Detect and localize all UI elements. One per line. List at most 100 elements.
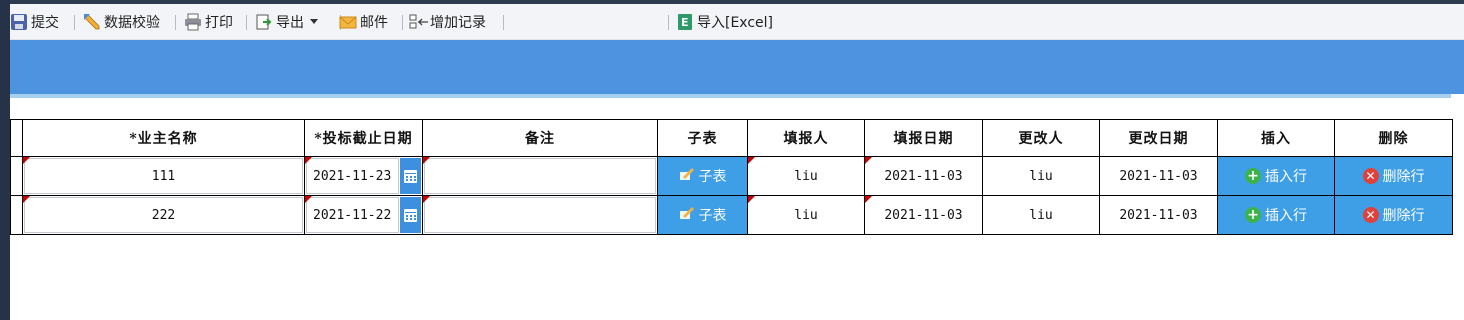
- row-handle[interactable]: [10, 156, 23, 196]
- col-delete: 删除: [1334, 119, 1453, 157]
- remark-input[interactable]: [424, 197, 656, 233]
- add-record-button[interactable]: 增加记录: [409, 4, 486, 39]
- toolbar-separator: [175, 15, 176, 30]
- required-marker: [305, 157, 312, 164]
- col-remark: 备注: [422, 119, 658, 157]
- col-fill-date: 填报日期: [864, 119, 983, 157]
- header-row: *业主名称 *投标截止日期 备注 子表 填报人 填报日期 更改人 更改日期 插入…: [10, 119, 1453, 157]
- owner-name-input[interactable]: 111: [24, 158, 303, 194]
- excel-icon: E: [676, 13, 694, 31]
- delete-cell: ✕ 删除行: [1334, 156, 1453, 196]
- modifier-cell: liu: [982, 195, 1100, 235]
- subtable-cell: 子表: [657, 195, 748, 235]
- deadline-input[interactable]: 2021-11-23: [306, 158, 399, 194]
- delete-cell: ✕ 删除行: [1334, 195, 1453, 235]
- fill-date-value: 2021-11-03: [884, 207, 963, 223]
- add-record-label: 增加记录: [430, 14, 486, 31]
- deadline-cell: 2021-11-23: [304, 156, 423, 196]
- data-grid: *业主名称 *投标截止日期 备注 子表 填报人 填报日期 更改人 更改日期 插入…: [10, 119, 1453, 235]
- required-marker: [423, 196, 430, 203]
- insert-row-button[interactable]: + 插入行: [1219, 197, 1333, 233]
- date-picker-button[interactable]: [400, 197, 421, 233]
- filler-cell: liu: [747, 195, 865, 235]
- svg-text:E: E: [681, 16, 689, 29]
- modifier-cell: liu: [982, 156, 1100, 196]
- toolbar-separator: [503, 15, 504, 30]
- col-deadline: *投标截止日期: [304, 119, 423, 157]
- fill-date-value: 2021-11-03: [884, 168, 963, 184]
- export-label: 导出: [276, 14, 304, 31]
- delete-row-button[interactable]: ✕ 删除行: [1336, 197, 1451, 233]
- mail-button[interactable]: 邮件: [339, 4, 388, 39]
- export-icon: [255, 13, 273, 31]
- date-picker-button[interactable]: [400, 158, 421, 194]
- printer-icon: [184, 13, 202, 31]
- toolbar-separator: [246, 15, 247, 30]
- filler-value: liu: [794, 168, 818, 184]
- toolbar-separator: [402, 15, 403, 30]
- insert-row-label: 插入行: [1265, 169, 1307, 185]
- table-row: 222 2021-11-22 子表 liu 2021-11-03 liu 202…: [10, 195, 1453, 235]
- subtable-button[interactable]: 子表: [659, 197, 746, 233]
- remark-cell[interactable]: [422, 195, 658, 235]
- subtable-label: 子表: [698, 208, 727, 224]
- insert-cell: + 插入行: [1217, 195, 1335, 235]
- modify-date-value: 2021-11-03: [1119, 168, 1198, 184]
- validate-label: 数据校验: [104, 14, 160, 31]
- save-icon: [10, 13, 28, 31]
- chevron-down-icon: [310, 19, 318, 24]
- toolbar: 提交 数据校验 打印 导出 邮件 增加记录 E 导入[Excel]: [10, 4, 1464, 40]
- subtable-button[interactable]: 子表: [659, 158, 746, 194]
- required-marker: [748, 157, 755, 164]
- print-label: 打印: [205, 14, 233, 31]
- import-excel-button[interactable]: E 导入[Excel]: [676, 4, 773, 39]
- delete-row-label: 删除行: [1382, 169, 1425, 185]
- edit-icon: [679, 206, 695, 224]
- deadline-input[interactable]: 2021-11-22: [306, 197, 399, 233]
- submit-button[interactable]: 提交: [10, 4, 59, 39]
- validate-button[interactable]: 数据校验: [83, 4, 160, 39]
- plus-icon: +: [1245, 207, 1261, 223]
- row-handle[interactable]: [10, 195, 23, 235]
- add-record-icon: [409, 13, 428, 31]
- owner-name-cell[interactable]: 111: [22, 156, 305, 196]
- insert-cell: + 插入行: [1217, 156, 1335, 196]
- form-title-banner: [10, 40, 1464, 94]
- edit-icon: [679, 167, 695, 185]
- required-marker: [748, 196, 755, 203]
- required-marker: [865, 157, 872, 164]
- calendar-icon: [404, 208, 417, 222]
- insert-row-label: 插入行: [1265, 208, 1307, 224]
- delete-row-button[interactable]: ✕ 删除行: [1336, 158, 1451, 194]
- print-button[interactable]: 打印: [184, 4, 233, 39]
- close-icon: ✕: [1362, 207, 1379, 223]
- owner-name-cell[interactable]: 222: [22, 195, 305, 235]
- remark-cell[interactable]: [422, 156, 658, 196]
- col-filler: 填报人: [747, 119, 865, 157]
- filler-cell: liu: [747, 156, 865, 196]
- col-modify-date: 更改日期: [1099, 119, 1218, 157]
- mail-label: 邮件: [360, 14, 388, 31]
- close-icon: ✕: [1362, 168, 1379, 184]
- filler-value: liu: [794, 207, 818, 223]
- deadline-cell: 2021-11-22: [304, 195, 423, 235]
- modifier-value: liu: [1029, 207, 1053, 223]
- modify-date-cell: 2021-11-03: [1099, 156, 1218, 196]
- toolbar-separator: [668, 15, 669, 30]
- calendar-icon: [404, 169, 417, 183]
- fill-date-cell: 2021-11-03: [864, 195, 983, 235]
- delete-row-label: 删除行: [1382, 208, 1425, 224]
- modify-date-cell: 2021-11-03: [1099, 195, 1218, 235]
- submit-label: 提交: [31, 14, 59, 31]
- subtable-cell: 子表: [657, 156, 748, 196]
- banner-underline: [10, 94, 1451, 98]
- required-marker: [23, 196, 30, 203]
- modify-date-value: 2021-11-03: [1119, 207, 1198, 223]
- owner-name-input[interactable]: 222: [24, 197, 303, 233]
- required-marker: [23, 157, 30, 164]
- required-marker: [423, 157, 430, 164]
- export-button[interactable]: 导出: [255, 4, 318, 39]
- left-dark-panel: [0, 0, 10, 320]
- remark-input[interactable]: [424, 158, 656, 194]
- insert-row-button[interactable]: + 插入行: [1219, 158, 1333, 194]
